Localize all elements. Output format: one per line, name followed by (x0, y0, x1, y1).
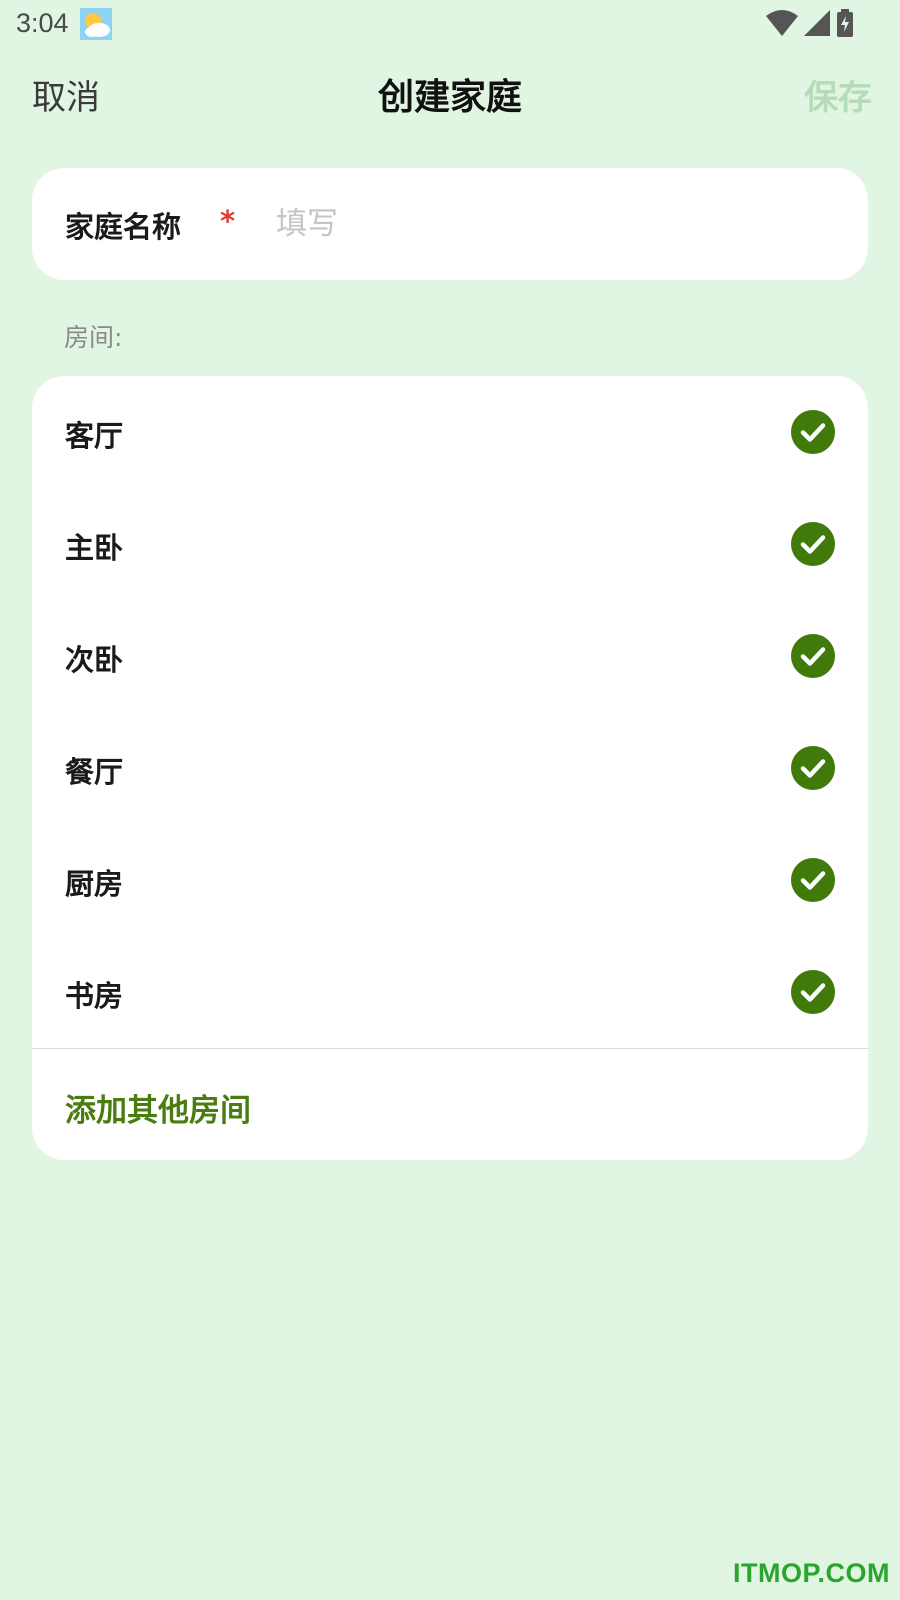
page-title: 创建家庭 (377, 77, 522, 118)
room-name: 次卧 (65, 643, 124, 677)
room-row-living-room[interactable]: 客厅 (32, 376, 868, 488)
weather-icon (80, 8, 112, 40)
room-row-kitchen[interactable]: 厨房 (32, 824, 868, 936)
family-name-label: 家庭名称 (65, 210, 182, 244)
check-circle-icon[interactable] (791, 858, 835, 902)
check-circle-icon[interactable] (791, 522, 835, 566)
status-bar: 3:04 (0, 0, 900, 48)
room-name: 厨房 (65, 867, 124, 901)
room-row-dining-room[interactable]: 餐厅 (32, 712, 868, 824)
required-mark: * (220, 204, 236, 238)
room-row-second-bedroom[interactable]: 次卧 (32, 600, 868, 712)
room-name: 主卧 (65, 531, 124, 565)
room-row-master-bedroom[interactable]: 主卧 (32, 488, 868, 600)
watermark: ITMOP.COM (732, 1558, 890, 1588)
check-circle-icon[interactable] (791, 970, 835, 1014)
family-name-card: 家庭名称 * (32, 168, 868, 280)
room-name: 餐厅 (65, 755, 124, 789)
room-row-study[interactable]: 书房 (32, 936, 868, 1048)
check-circle-icon[interactable] (791, 410, 835, 454)
room-name: 书房 (65, 979, 124, 1013)
add-room-label: 添加其他房间 (65, 1093, 251, 1129)
wifi-icon (766, 10, 798, 36)
header: 取消 创建家庭 保存 (0, 58, 900, 128)
status-icons (766, 9, 854, 37)
status-time: 3:04 (16, 8, 69, 38)
save-button[interactable]: 保存 (804, 70, 872, 119)
battery-charging-icon (836, 9, 854, 37)
rooms-card: 客厅 主卧 次卧 餐厅 厨房 书房 添加其他房间 (32, 376, 868, 1160)
family-name-input[interactable] (276, 194, 836, 254)
check-circle-icon[interactable] (791, 746, 835, 790)
room-name: 客厅 (65, 419, 124, 453)
cell-signal-icon (804, 10, 830, 36)
check-circle-icon[interactable] (791, 634, 835, 678)
rooms-section-label: 房间: (64, 323, 123, 352)
add-room-button[interactable]: 添加其他房间 (32, 1049, 868, 1160)
